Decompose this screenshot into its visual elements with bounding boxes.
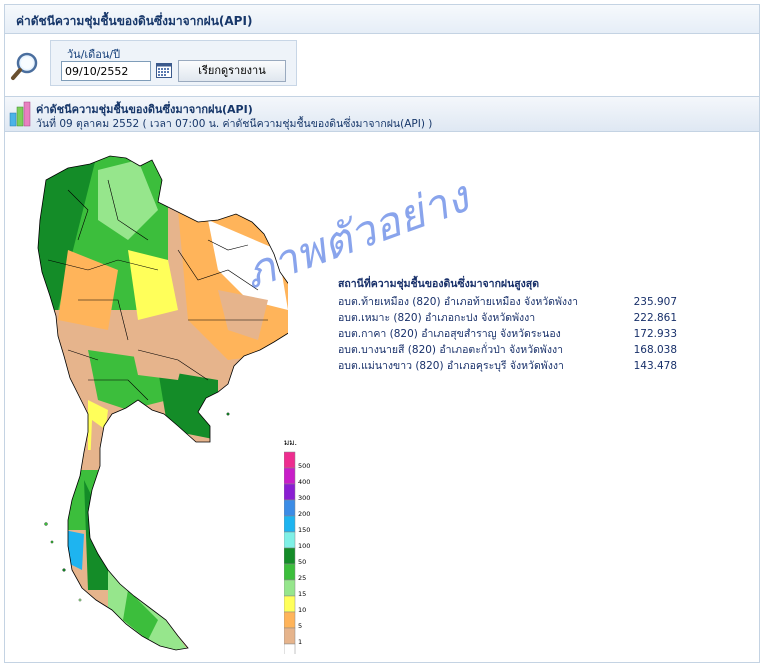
station-name: อบต.แม่นางขาว (820) อำเภอคุระบุรี จังหวั… [338, 360, 564, 372]
legend-label: 15 [298, 590, 306, 598]
page-title: ค่าดัชนีความชุ่มชื้นของดินซึ่งมาจากฝน(AP… [16, 14, 253, 28]
legend-swatch [284, 595, 296, 613]
legend-swatch [284, 531, 296, 549]
legend-swatch [284, 483, 296, 501]
station-name: อบต.กาคา (820) อำเภอสุขสำราญ จังหวัดระนอ… [338, 328, 561, 340]
station-row: อบต.กาคา (820) อำเภอสุขสำราญ จังหวัดระนอ… [338, 326, 677, 342]
legend-label: 50 [298, 558, 306, 566]
legend-swatch [284, 579, 296, 597]
legend-label: 1 [298, 638, 302, 646]
legend-swatch [284, 467, 296, 485]
thailand-api-map [37, 155, 288, 651]
station-value: 143.478 [633, 360, 677, 372]
legend-swatch [284, 643, 296, 654]
station-value: 168.038 [633, 344, 677, 356]
station-name: อบต.ท้ายเหมือง (820) อำเภอท้ายเหมือง จัง… [338, 296, 579, 308]
page-header: ค่าดัชนีความชุ่มชื้นของดินซึ่งมาจากฝน(AP… [4, 4, 760, 34]
legend-label: 500 [298, 462, 310, 470]
station-row: อบต.แม่นางขาว (820) อำเภอคุระบุรี จังหวั… [338, 358, 677, 374]
search-panel: วัน/เดือน/ปี เรียกดูรายงาน [50, 40, 297, 86]
calendar-icon[interactable] [156, 62, 172, 78]
station-name: อบต.เหมาะ (820) อำเภอกะปง จังหวัดพังงา [338, 312, 536, 324]
stations-heading: สถานีที่ความชุ่มชื้นของดินซึ่งมาจากฝนสูง… [338, 278, 540, 290]
top-stations: สถานีที่ความชุ่มชื้นของดินซึ่งมาจากฝนสูง… [338, 275, 677, 374]
legend-label: 400 [298, 478, 310, 486]
station-value: 222.861 [633, 312, 677, 324]
color-legend: มม. 50040030020015010050251510510 [284, 438, 310, 654]
station-row: อบต.ท้ายเหมือง (820) อำเภอท้ายเหมือง จัง… [338, 294, 677, 310]
chart-icon [9, 101, 31, 127]
legend-swatch [284, 547, 296, 565]
legend-swatch [284, 451, 296, 469]
station-row: อบต.บางนายสี (820) อำเภอตะกั่วป่า จังหวั… [338, 342, 677, 358]
legend-swatch [284, 563, 296, 581]
station-row: อบต.เหมาะ (820) อำเภอกะปง จังหวัดพังงา 22… [338, 310, 677, 326]
legend-label: 300 [298, 494, 310, 502]
legend-label: 5 [298, 622, 302, 630]
legend-label: 25 [298, 574, 306, 582]
report-subtitle: วันที่ 09 ตุลาคม 2552 ( เวลา 07:00 น. ค่… [36, 118, 433, 130]
magnifier-icon [11, 52, 38, 80]
station-name: อบต.บางนายสี (820) อำเภอตะกั่วป่า จังหวั… [338, 344, 563, 356]
report-header: ค่าดัชนีความชุ่มชื้นของดินซึ่งมาจากฝน(AP… [5, 96, 759, 132]
legend-label: 10 [298, 606, 306, 614]
legend-swatch [284, 515, 296, 533]
legend-swatch [284, 499, 296, 517]
view-report-button[interactable]: เรียกดูรายงาน [178, 60, 286, 82]
station-value: 172.933 [633, 328, 677, 340]
legend-unit: มม. [284, 438, 297, 447]
legend-label: 100 [298, 542, 310, 550]
legend-label: 150 [298, 526, 310, 534]
legend-swatch [284, 611, 296, 629]
station-value: 235.907 [633, 296, 677, 308]
legend-swatch [284, 627, 296, 645]
date-input[interactable] [61, 61, 151, 81]
legend-label: 200 [298, 510, 310, 518]
